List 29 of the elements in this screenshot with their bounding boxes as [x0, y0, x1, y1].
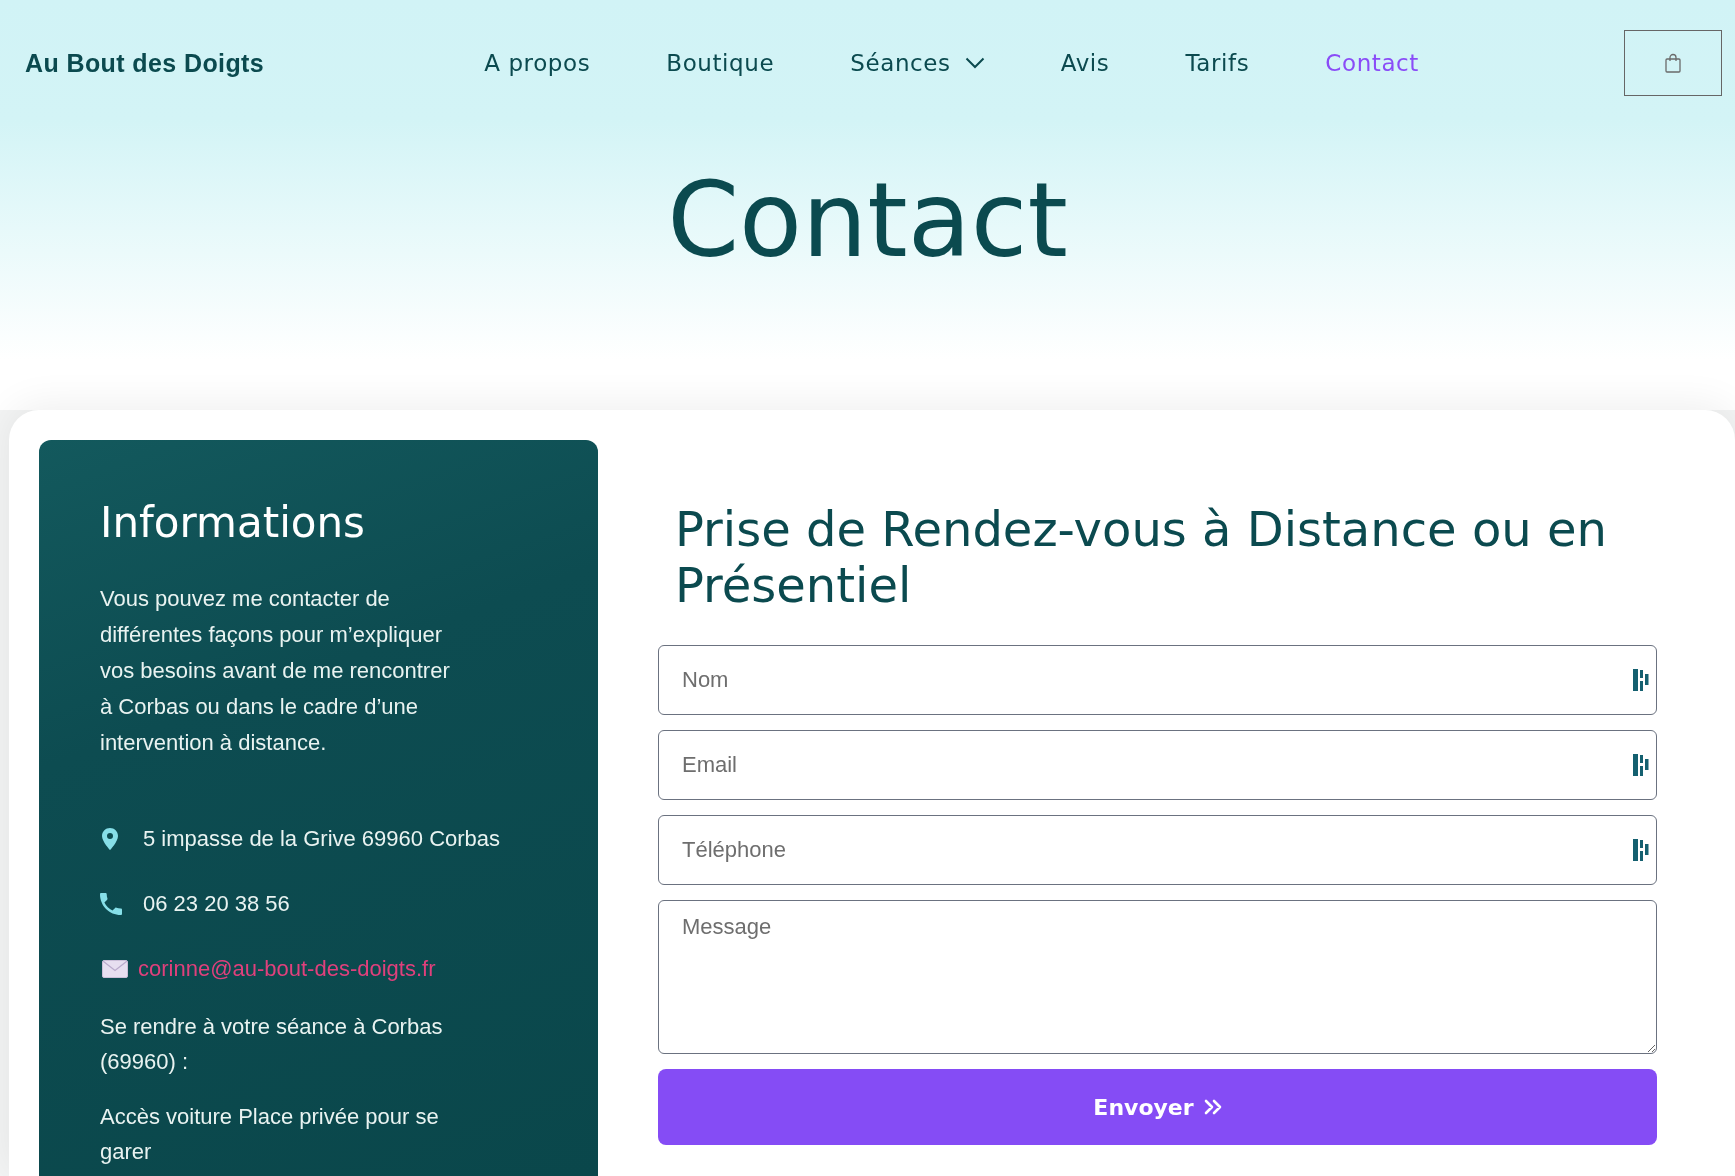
- nav-link[interactable]: Boutique: [666, 50, 775, 76]
- input-field[interactable]: Téléphone: [658, 815, 1657, 885]
- nav-link[interactable]: Contact: [1325, 50, 1419, 76]
- address-text: 5 impasse de la Grive 69960 Corbas: [143, 825, 501, 853]
- submit-button[interactable]: Envoyer: [658, 1069, 1657, 1145]
- nav-link[interactable]: Tarifs: [1185, 50, 1250, 76]
- nav-link[interactable]: Séances: [850, 50, 985, 76]
- input-field[interactable]: Email: [658, 730, 1657, 800]
- page-title: Contact: [666, 162, 1069, 279]
- phone-number: 06 23 20 38 56: [143, 890, 290, 918]
- form-title: Prise de Rendez-vous à Distance ou en Présentiel: [675, 501, 1608, 613]
- note-text: Se rendre à votre séance à Corbas (69960) :: [100, 1013, 444, 1076]
- phone-icon: [100, 893, 122, 915]
- nav-link[interactable]: Avis: [1060, 50, 1110, 76]
- chevrons-right-icon: [1203, 1099, 1222, 1115]
- shopping-bag-icon: [1665, 53, 1681, 73]
- site-logo[interactable]: Au Bout des Doigts: [25, 48, 265, 78]
- bars-icon: [1633, 839, 1649, 861]
- message-field[interactable]: Message: [658, 900, 1657, 1054]
- cart-button[interactable]: [1624, 30, 1722, 96]
- nav-link[interactable]: A propos: [484, 50, 591, 76]
- panel-title: Informations: [100, 498, 366, 548]
- bars-icon: [1633, 669, 1649, 691]
- envelope-icon: [102, 960, 128, 978]
- intro-text: Vous pouvez me contacter de différentes façons pour m’expliquer vos besoins avant de me rencontrer à Corbas ou dans le cadre d’une intervention à distance.: [100, 585, 451, 757]
- note-text: Accès voiture Place privée pour se garer: [100, 1103, 440, 1166]
- map-pin-icon: [102, 828, 118, 850]
- bars-icon: [1633, 754, 1649, 776]
- input-field[interactable]: Nom: [658, 645, 1657, 715]
